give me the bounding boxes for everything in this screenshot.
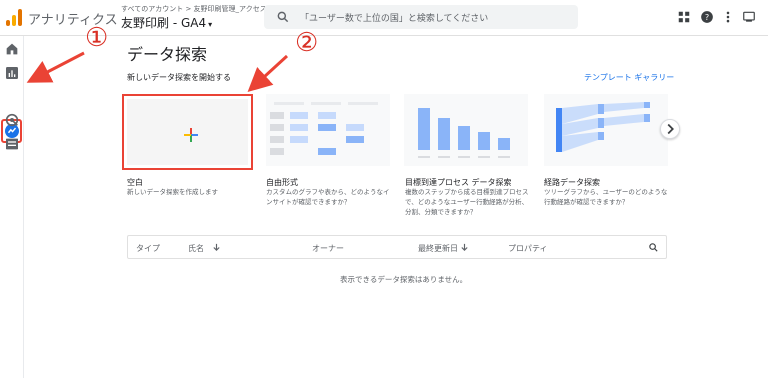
free-form-thumbnail [266,94,390,166]
column-owner[interactable]: オーナー [312,243,344,254]
explorations-table-header: タイプ 氏名 オーナー 最終更新日 プロパティ [127,235,667,259]
reports-icon[interactable] [4,65,20,81]
advertising-icon[interactable] [4,112,20,128]
blank-template-card[interactable] [122,94,253,170]
left-nav-rail [0,36,24,378]
top-bar: アナリティクス すべてのアカウント > 友野印刷管理_アクセス解析 友野印刷 -… [0,0,768,36]
path-template-desc: ツリーグラフから、ユーザーのどのような行動経路が確認できますか？ [544,188,668,206]
property-selector[interactable]: 友野印刷 - GA4 ▾ [121,14,212,31]
free-form-template-card[interactable] [266,94,390,166]
analytics-logo-icon[interactable] [6,8,22,26]
help-icon[interactable]: ? [700,10,714,24]
start-new-exploration-label: 新しいデータ探索を開始する [127,73,231,82]
annotation-2: ② [295,28,319,58]
plus-icon [184,128,198,142]
template-gallery-link[interactable]: テンプレート ギャラリー [584,72,674,83]
feedback-icon[interactable] [742,10,756,24]
apps-grid-icon[interactable] [677,10,691,24]
sort-arrow-icon[interactable] [212,243,221,252]
search-icon [277,11,289,23]
column-last-modified[interactable]: 最終更新日 [418,243,458,254]
svg-text:?: ? [705,12,709,22]
search-placeholder: 「ユーザー数で上位の国」と検索してください [300,14,489,24]
column-name[interactable]: 氏名 [188,243,204,254]
search-bar[interactable]: 「ユーザー数で上位の国」と検索してください [264,5,578,29]
more-vert-icon[interactable] [721,10,735,24]
empty-state-message: 表示できるデータ探索はありません。 [340,275,468,284]
chevron-down-icon: ▾ [208,20,213,29]
home-icon[interactable] [4,41,20,57]
page-title: データ探索 [127,45,208,64]
blank-template-desc: 新しいデータ探索を作成します [127,188,218,196]
funnel-thumbnail [404,94,528,166]
funnel-template-desc: 複数のステップから成る目標到達プロセスで、どのようなユーザー行動経路が分析、分割… [405,188,529,216]
property-name: 友野印刷 - GA4 [121,16,207,30]
path-thumbnail [544,94,668,166]
carousel-next-button[interactable] [660,119,680,139]
column-property[interactable]: プロパティ [508,243,548,254]
chevron-right-icon [667,123,674,135]
free-form-template-desc: カスタムのグラフや表から、どのようなインサイトが確認できますか？ [266,188,390,206]
sort-arrow-icon[interactable] [460,243,469,252]
annotation-1: ① [85,23,109,53]
search-icon[interactable] [648,242,659,253]
breadcrumb[interactable]: すべてのアカウント > 友野印刷管理_アクセス解析 [121,4,281,14]
column-type[interactable]: タイプ [136,243,160,254]
configure-icon[interactable] [4,136,20,152]
funnel-template-card[interactable] [404,94,528,166]
path-template-card[interactable] [544,94,668,166]
